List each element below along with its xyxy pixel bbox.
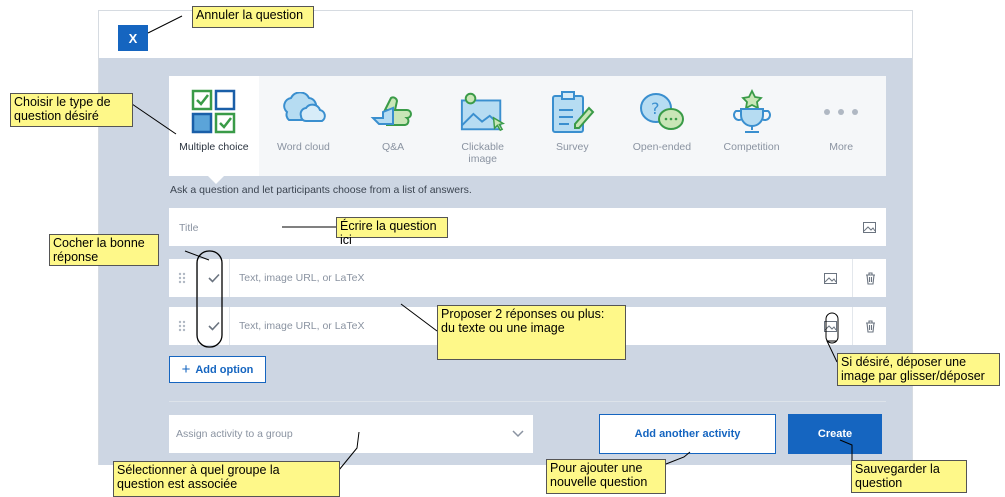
- callout-cancel: Annuler la question: [192, 6, 314, 28]
- callout-write-question: Écrire la question ici: [336, 217, 448, 247]
- callout-add-another: Pour ajouter une nouvelle question: [546, 459, 666, 494]
- callout-correct-answer: Cocher la bonne réponse: [49, 234, 159, 266]
- callout-answers: Proposer 2 réponses ou plus: du texte ou…: [437, 305, 626, 360]
- callout-question-type: Choisir le type de question désiré: [10, 93, 133, 127]
- callout-save: Sauvegarder la question: [851, 460, 967, 493]
- callout-group: Sélectionner à quel groupe la question e…: [113, 461, 340, 497]
- callout-image-drop: Si désiré, déposer une image par glisser…: [837, 353, 1000, 386]
